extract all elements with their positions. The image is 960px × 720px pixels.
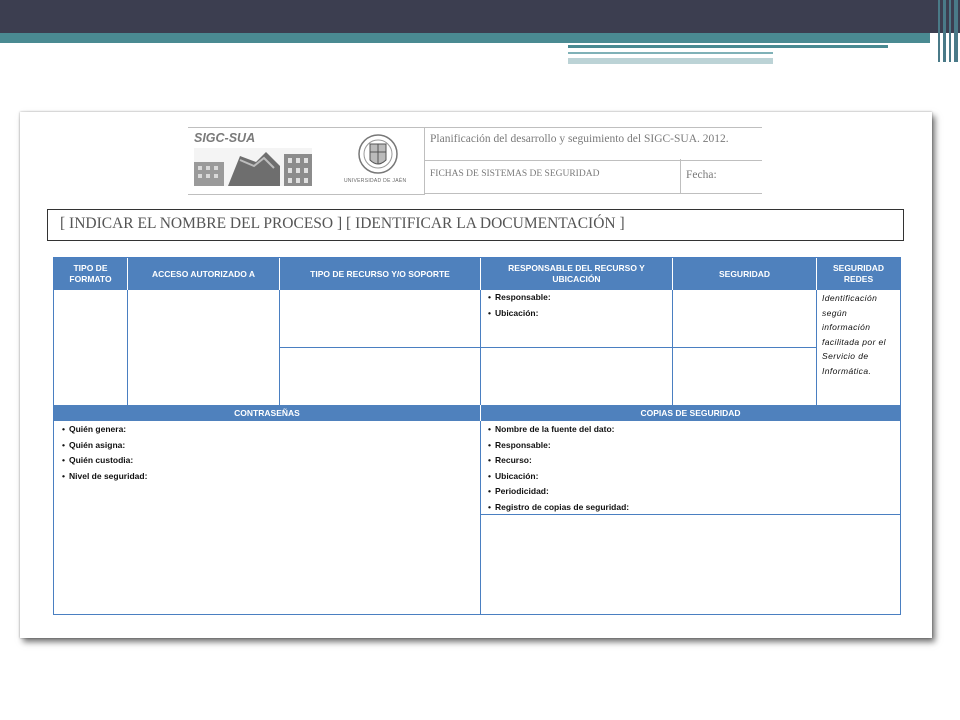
list-item: Quién custodia: <box>62 453 147 469</box>
slide-right-stripes <box>934 0 960 62</box>
header-seguridad: SEGURIDAD <box>673 258 816 290</box>
header-copias: COPIAS DE SEGURIDAD <box>481 405 900 421</box>
slide-accent-line-2 <box>568 52 773 54</box>
header-logo-cell: SIGC-SUA UNIVERSIDAD DE JAÉN <box>188 127 425 195</box>
university-name: UNIVERSIDAD DE JAÉN <box>344 178 407 184</box>
header-seguridad-redes: SEGURIDAD REDES <box>817 258 900 290</box>
list-item: Responsable: <box>488 290 551 306</box>
date-label: Fecha: <box>686 169 717 181</box>
list-item: Ubicación: <box>488 469 629 485</box>
header-date-cell: Fecha: <box>680 159 762 194</box>
header-subtitle-cell: FICHAS DE SISTEMAS DE SEGURIDAD <box>424 159 681 194</box>
header-contrasenas: CONTRASEÑAS <box>54 405 480 421</box>
document-title: Planificación del desarrollo y seguimien… <box>430 133 729 145</box>
contrasenas-list: Quién genera: Quién asigna: Quién custod… <box>62 422 147 484</box>
university-crest-icon <box>358 134 398 174</box>
responsable-list: Responsable: Ubicación: <box>488 290 551 321</box>
list-item: Recurso: <box>488 453 629 469</box>
redes-note: Identificación según información facilit… <box>822 293 886 376</box>
campus-photo-icon <box>194 148 312 186</box>
list-item: Nombre de la fuente del dato: <box>488 422 629 438</box>
grid-line <box>480 421 481 614</box>
header-acceso: ACCESO AUTORIZADO A <box>128 258 279 290</box>
grid-line <box>280 347 816 348</box>
list-item: Ubicación: <box>488 306 551 322</box>
process-name-box: [ INDICAR EL NOMBRE DEL PROCESO ] [ IDEN… <box>47 209 904 241</box>
list-item: Quién genera: <box>62 422 147 438</box>
document-subtitle: FICHAS DE SISTEMAS DE SEGURIDAD <box>430 169 600 179</box>
list-item: Registro de copias de seguridad: <box>488 500 629 516</box>
grid-line <box>816 290 817 405</box>
document-image: SIGC-SUA UNIVERSIDAD DE JAÉN Planificaci… <box>20 112 932 638</box>
slide-accent-line <box>568 45 888 48</box>
slide-accent-band <box>0 33 930 43</box>
list-item: Quién asigna: <box>62 438 147 454</box>
header-tipo-recurso: TIPO DE RECURSO Y/O SOPORTE <box>280 258 480 290</box>
document-header: SIGC-SUA UNIVERSIDAD DE JAÉN Planificaci… <box>188 127 762 195</box>
header-responsable: RESPONSABLE DEL RECURSO Y UBICACIÓN <box>481 258 672 290</box>
header-tipo-formato: TIPO DE FORMATO <box>54 258 127 290</box>
slide-accent-line-3 <box>568 58 773 64</box>
copias-list: Nombre de la fuente del dato: Responsabl… <box>488 422 629 515</box>
grid-line <box>127 290 128 405</box>
security-table: TIPO DE FORMATO ACCESO AUTORIZADO A TIPO… <box>53 257 901 615</box>
list-item: Nivel de seguridad: <box>62 469 147 485</box>
slide-top-bar <box>0 0 960 33</box>
list-item: Responsable: <box>488 438 629 454</box>
header-title-cell: Planificación del desarrollo y seguimien… <box>424 127 762 161</box>
list-item: Periodicidad: <box>488 484 629 500</box>
sigc-logo-text: SIGC-SUA <box>194 131 256 145</box>
process-line: [ INDICAR EL NOMBRE DEL PROCESO ] [ IDEN… <box>60 215 625 232</box>
